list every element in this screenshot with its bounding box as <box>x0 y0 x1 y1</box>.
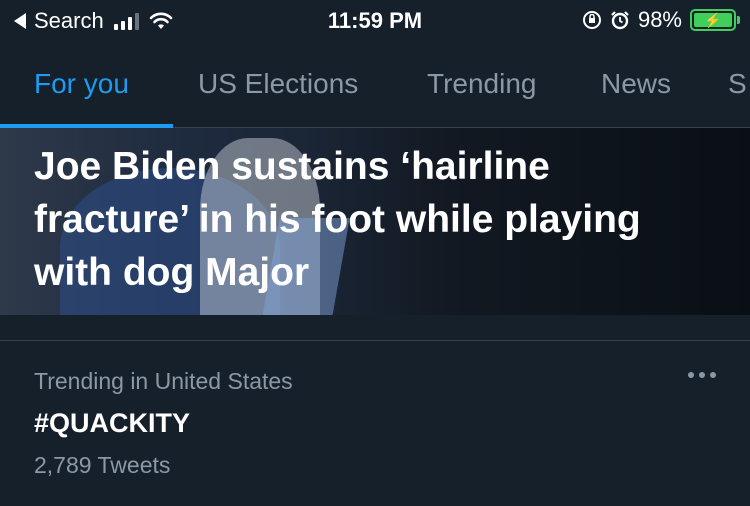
trend-context: Trending in United States <box>34 368 293 394</box>
orientation-lock-icon <box>582 11 601 29</box>
hero-headline: Joe Biden sustains ‘hairline fracture’ i… <box>34 145 641 294</box>
tab-for-you[interactable]: For you <box>34 68 129 100</box>
tab-more-partial[interactable]: S <box>728 68 747 100</box>
charging-icon: ⚡ <box>694 12 732 28</box>
trend-name: #QUACKITY <box>34 408 191 438</box>
tab-news[interactable]: News <box>601 68 671 100</box>
status-icons: 98% ⚡ <box>582 7 740 33</box>
status-bar: Search 11:59 PM 98% ⚡ <box>0 0 750 40</box>
explore-tabs: For you US Elections Trending News S <box>0 58 750 128</box>
more-options-icon[interactable] <box>688 372 716 378</box>
tab-trending[interactable]: Trending <box>427 68 536 100</box>
section-divider <box>0 315 750 341</box>
battery-icon: ⚡ <box>690 9 740 31</box>
battery-percent: 98% <box>637 7 682 32</box>
hero-news-card[interactable]: Joe Biden sustains ‘hairline fracture’ i… <box>0 128 750 315</box>
tab-us-elections[interactable]: US Elections <box>198 68 358 100</box>
alarm-icon <box>611 11 629 30</box>
trend-tweet-count: 2,789 Tweets <box>34 452 171 478</box>
